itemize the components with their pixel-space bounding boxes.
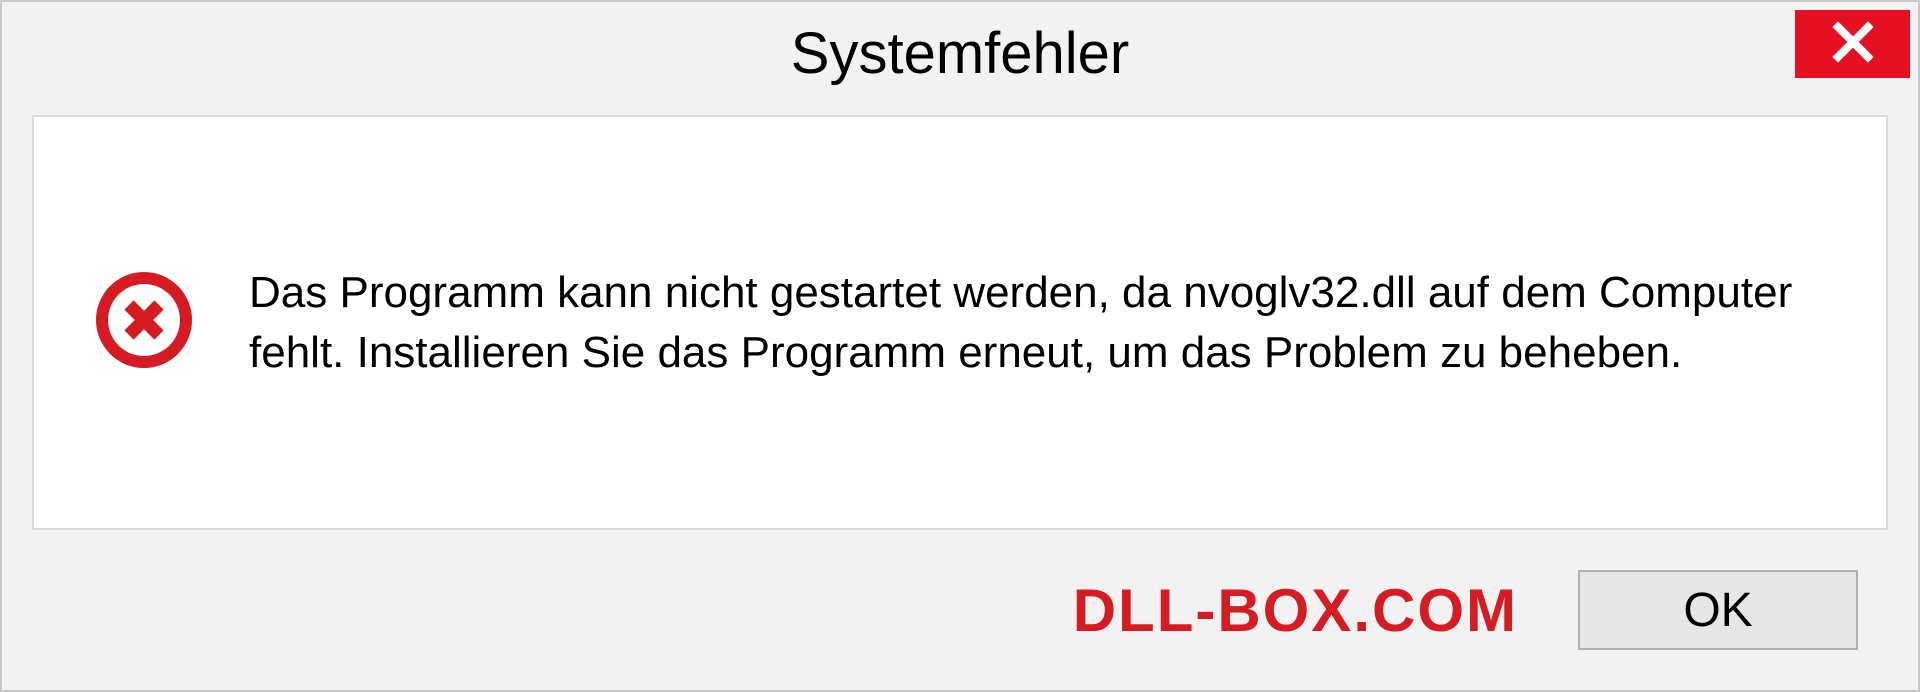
dialog-title: Systemfehler (791, 20, 1129, 87)
dialog-footer: DLL-BOX.COM OK (2, 530, 1918, 690)
close-icon (1832, 21, 1874, 68)
ok-button[interactable]: OK (1578, 570, 1858, 650)
watermark-text: DLL-BOX.COM (1073, 576, 1518, 645)
error-icon (94, 270, 194, 375)
error-dialog: Systemfehler Das Programm kann nicht ges… (0, 0, 1920, 692)
close-button[interactable] (1795, 10, 1910, 78)
content-area: Das Programm kann nicht gestartet werden… (32, 115, 1888, 530)
error-message: Das Programm kann nicht gestartet werden… (249, 263, 1826, 382)
title-bar: Systemfehler (2, 2, 1918, 97)
